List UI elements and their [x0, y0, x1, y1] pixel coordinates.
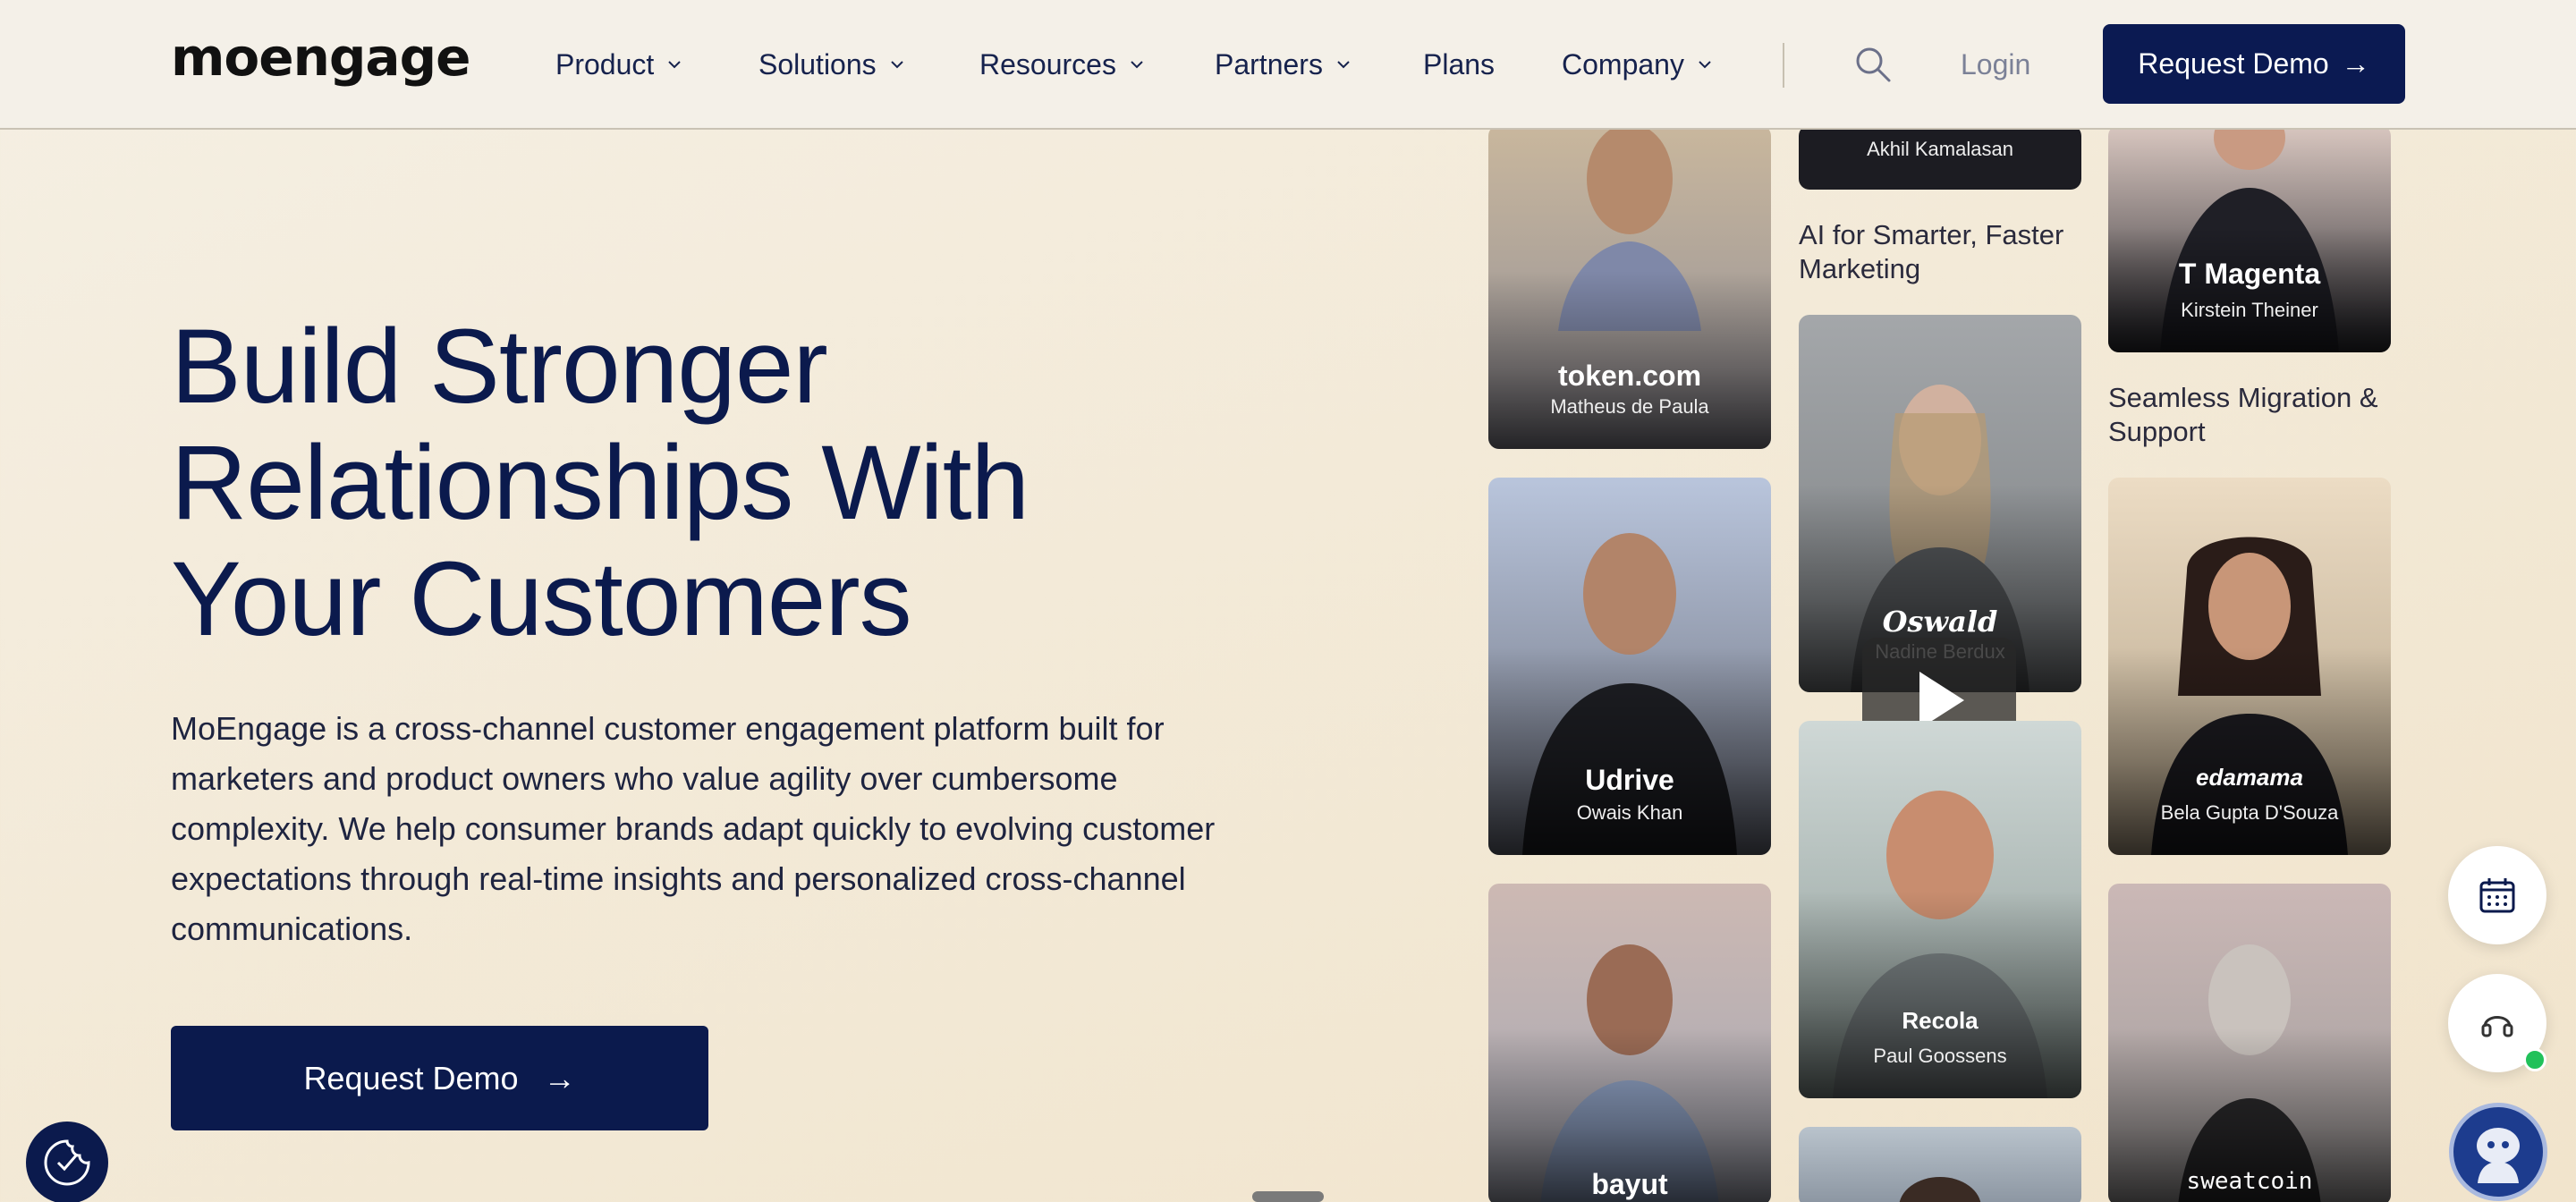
testimonial-card[interactable]: Akhil Kamalasan — [1799, 125, 2081, 190]
testimonial-card[interactable]: edamama Bela Gupta D'Souza — [2108, 478, 2391, 855]
brand-logo: edamama — [2196, 764, 2303, 791]
header-request-demo-button[interactable]: Request Demo → — [2103, 24, 2405, 104]
site-header: moengage Product Solutions Resources Par… — [0, 0, 2576, 130]
cookie-settings-icon — [44, 1139, 90, 1186]
hero-request-demo-button[interactable]: Request Demo → — [171, 1026, 708, 1130]
scroll-handle[interactable] — [1252, 1191, 1324, 1202]
cookie-settings-button[interactable] — [26, 1122, 108, 1202]
testimonial-card[interactable]: Recola Paul Goossens — [1799, 721, 2081, 1098]
calendar-icon — [2479, 878, 2515, 913]
online-status-dot — [2523, 1048, 2546, 1071]
brand-logo: token.com — [1557, 360, 1702, 392]
testimonial-card[interactable] — [1799, 1127, 2081, 1202]
nav-solutions-label: Solutions — [758, 47, 877, 80]
nav-partners-label: Partners — [1215, 47, 1323, 80]
brand-logo: Udrive — [1585, 764, 1674, 796]
search-icon[interactable] — [1853, 45, 1893, 84]
arrow-right-icon: → — [2341, 47, 2370, 80]
person-name: Paul Goossens — [1873, 1045, 2007, 1067]
nav-divider — [1783, 43, 1784, 88]
nav-product-label: Product — [555, 47, 655, 80]
brand-logo: sweatcoin — [2186, 1168, 2313, 1195]
chevron-down-icon — [1131, 61, 1143, 69]
person-name: Akhil Kamalasan — [1867, 138, 2013, 160]
person-name: Kirstein Theiner — [2181, 299, 2318, 321]
arrow-right-icon: → — [543, 1059, 576, 1096]
header-request-demo-label: Request Demo — [2138, 47, 2329, 80]
nav-solutions[interactable]: Solutions — [758, 45, 905, 84]
nav-resources[interactable]: Resources — [979, 45, 1145, 84]
testimonial-card[interactable]: T Magenta Kirstein Theiner — [2108, 125, 2391, 352]
nav-company[interactable]: Company — [1562, 45, 1713, 84]
testimonial-card[interactable]: bayut — [1488, 884, 1771, 1202]
chevron-down-icon — [1699, 61, 1711, 69]
headset-icon — [2481, 1016, 2513, 1037]
testimonial-card[interactable]: Oswald Nadine Berdux — [1799, 315, 2081, 692]
testimonial-caption: AI for Smarter, Faster Marketing — [1799, 219, 2064, 284]
person-photo — [1899, 1177, 1981, 1202]
nav-product[interactable]: Product — [555, 45, 682, 84]
person-name: Matheus de Paula — [1550, 395, 1709, 418]
chatbot-button[interactable] — [2449, 1103, 2547, 1201]
hero-title-line: Your Customers — [171, 540, 912, 658]
nav-plans[interactable]: Plans — [1423, 45, 1495, 84]
nav-resources-label: Resources — [979, 47, 1116, 80]
hero-request-demo-label: Request Demo — [303, 1059, 519, 1096]
hero-title-line: Relationships With — [171, 424, 1030, 542]
testimonial-card[interactable]: sweatcoin — [2108, 884, 2391, 1202]
hero-description: MoEngage is a cross-channel customer eng… — [171, 710, 1216, 947]
brand-logo: bayut — [1591, 1168, 1668, 1200]
calendar-button[interactable] — [2448, 846, 2546, 944]
nav-company-label: Company — [1562, 47, 1684, 80]
hero-title-line: Build Stronger — [171, 308, 828, 426]
nav-plans-label: Plans — [1423, 47, 1496, 80]
moengage-logo[interactable]: moengage — [171, 27, 470, 88]
person-name: Bela Gupta D'Souza — [2160, 801, 2339, 824]
chevron-down-icon — [890, 61, 903, 69]
nav-partners[interactable]: Partners — [1215, 45, 1352, 84]
chevron-down-icon — [1337, 61, 1350, 69]
testimonial-card[interactable]: Udrive Owais Khan — [1488, 478, 1771, 855]
login-link[interactable]: Login — [1961, 45, 2030, 84]
testimonial-card[interactable]: token.com Matheus de Paula — [1488, 125, 1771, 449]
chatbot-icon — [2477, 1128, 2520, 1183]
hero-title: Build Stronger Relationships With Your C… — [171, 309, 1244, 657]
brand-logo: T Magenta — [2178, 258, 2321, 290]
brand-logo: Recola — [1902, 1007, 1979, 1034]
chevron-down-icon — [668, 61, 681, 69]
testimonial-caption: Seamless Migration & Support — [2108, 382, 2378, 447]
person-name: Owais Khan — [1576, 801, 1683, 824]
brand-logo: Oswald — [1882, 605, 1998, 639]
